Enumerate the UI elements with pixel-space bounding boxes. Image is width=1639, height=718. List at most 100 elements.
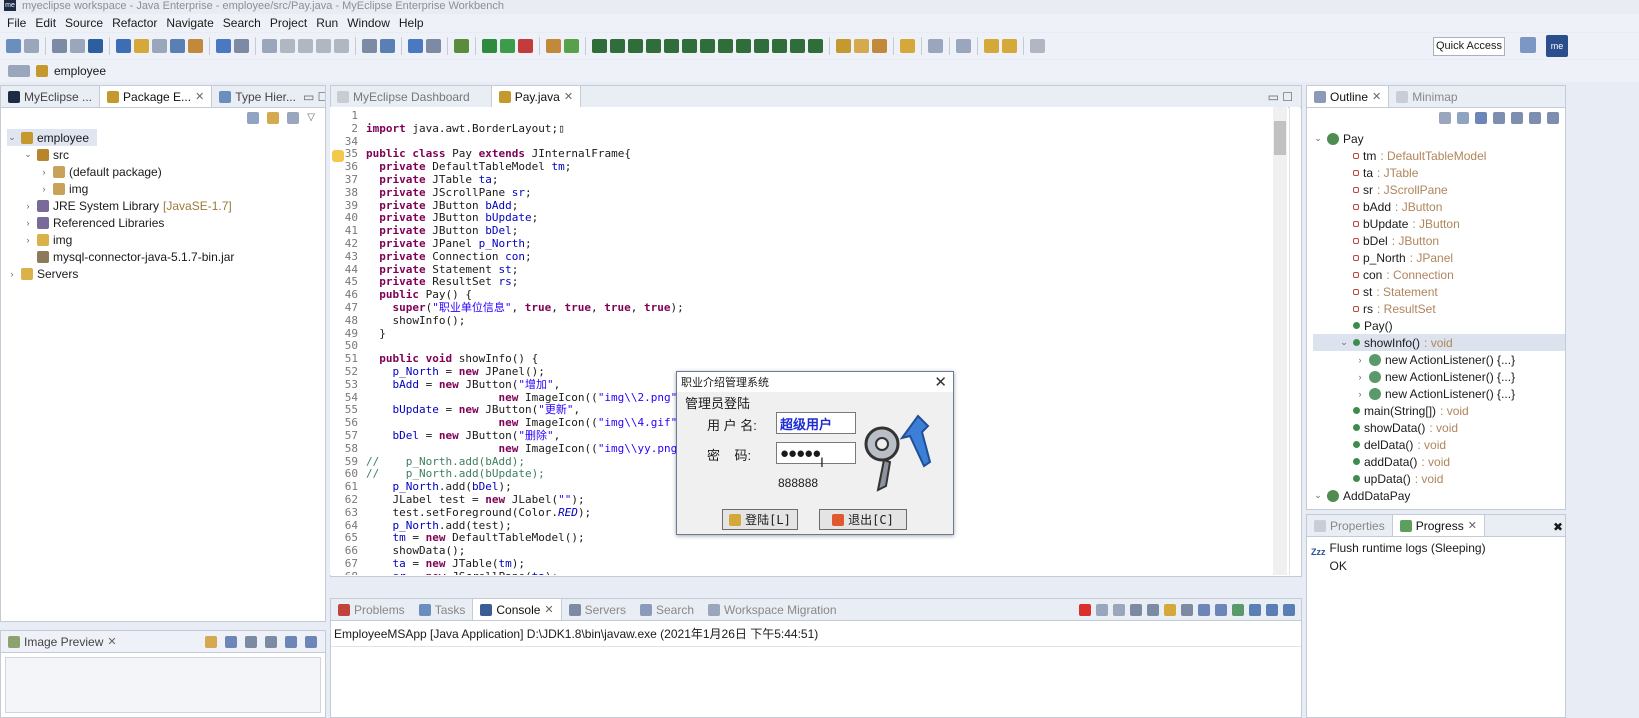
menu-source[interactable]: Source	[62, 16, 109, 30]
outline-item[interactable]: bUpdate : JButton	[1313, 215, 1565, 232]
expand-toggle-icon[interactable]: ⌄	[23, 149, 33, 160]
close-icon[interactable]: ✕	[564, 90, 573, 103]
toolbar-tool-icon[interactable]	[790, 39, 805, 53]
view-menu-icon[interactable]: ▽	[307, 112, 315, 128]
tab-myeclipse-explorer[interactable]: MyEclipse ...	[1, 86, 99, 107]
console-tool-icon[interactable]	[1113, 603, 1125, 616]
toolbar-tool-icon[interactable]	[1002, 39, 1017, 53]
outline-item[interactable]: ta : JTable	[1313, 164, 1565, 181]
tab-outline[interactable]: Outline ✕	[1307, 86, 1390, 107]
zoom-out-icon[interactable]	[245, 635, 257, 648]
menu-run[interactable]: Run	[313, 16, 344, 30]
toolbar-tool-icon[interactable]	[116, 39, 131, 53]
toolbar-tool-icon[interactable]	[664, 39, 679, 53]
tab-pay-java[interactable]: Pay.java ✕	[490, 86, 582, 107]
exit-button[interactable]: 退出[C]	[819, 509, 907, 530]
tree-item[interactable]: ⌄ employee	[7, 129, 97, 146]
tree-item[interactable]: › Referenced Libraries	[7, 214, 325, 231]
toolbar-tool-icon[interactable]	[1030, 39, 1045, 53]
tab-problems[interactable]: Problems	[331, 599, 412, 620]
expand-toggle-icon[interactable]: ⌄	[7, 132, 17, 143]
outline-item[interactable]: tm : DefaultTableModel	[1313, 147, 1565, 164]
toolbar-tool-icon[interactable]	[298, 39, 313, 53]
toolbar-tool-icon[interactable]	[316, 39, 331, 53]
toolbar-tool-icon[interactable]	[610, 39, 625, 53]
console-tool-icon[interactable]	[1130, 603, 1142, 616]
expand-toggle-icon[interactable]: ›	[23, 218, 33, 228]
toolbar-tool-icon[interactable]	[334, 39, 349, 53]
editor-scrollbar[interactable]	[1273, 107, 1287, 575]
console-tool-icon[interactable]	[1249, 603, 1261, 616]
sort-icon[interactable]	[1475, 112, 1487, 124]
outline-item[interactable]: delData() : void	[1313, 436, 1565, 453]
close-icon[interactable]: ✕	[195, 90, 204, 103]
tab-servers[interactable]: Servers	[562, 599, 633, 620]
tab-package-explorer[interactable]: Package E... ✕	[99, 86, 213, 107]
toolbar-tool-icon[interactable]	[262, 39, 277, 53]
hide-fields-icon[interactable]	[1493, 112, 1505, 124]
toolbar-tool-icon[interactable]	[564, 39, 579, 53]
toolbar-tool-icon[interactable]	[70, 39, 85, 53]
toolbar-tool-icon[interactable]	[234, 39, 249, 53]
outline-item[interactable]: ⌄ showInfo() : void	[1313, 334, 1565, 351]
toolbar-tool-icon[interactable]	[700, 39, 715, 53]
console-tool-icon[interactable]	[1266, 603, 1278, 616]
fit-window-icon[interactable]	[305, 635, 317, 648]
expand-toggle-icon[interactable]: ⌄	[1313, 490, 1323, 501]
toolbar-tool-icon[interactable]	[216, 39, 231, 53]
tab-properties[interactable]: Properties	[1307, 515, 1392, 536]
tree-item[interactable]: › (default package)	[7, 163, 325, 180]
username-field[interactable]: 超级用户	[776, 412, 856, 434]
outline-item[interactable]: › new ActionListener() {...}	[1313, 385, 1565, 402]
console-tool-icon[interactable]	[1079, 603, 1091, 616]
actual-size-icon[interactable]	[285, 635, 297, 648]
outline-item[interactable]: main(String[]) : void	[1313, 402, 1565, 419]
minimize-maximize-icon[interactable]: ▭ ☐	[303, 90, 325, 104]
outline-item[interactable]: upData() : void	[1313, 470, 1565, 487]
fit-icon[interactable]	[225, 635, 237, 648]
login-button[interactable]: 登陆[L]	[722, 509, 798, 530]
expand-toggle-icon[interactable]: ›	[1355, 389, 1365, 399]
expand-toggle-icon[interactable]: ⌄	[1313, 133, 1323, 144]
sync-icon[interactable]	[1439, 112, 1451, 124]
tab-myeclipse-dashboard[interactable]: MyEclipse Dashboard	[331, 86, 477, 107]
hide-static-icon[interactable]	[1511, 112, 1523, 124]
outline-item[interactable]: sr : JScrollPane	[1313, 181, 1565, 198]
toolbar-tool-icon[interactable]	[900, 39, 915, 53]
tree-item[interactable]: › img	[7, 180, 325, 197]
outline-item[interactable]: bDel : JButton	[1313, 232, 1565, 249]
expand-toggle-icon[interactable]: ›	[39, 184, 49, 194]
menu-search[interactable]: Search	[220, 16, 267, 30]
expand-toggle-icon[interactable]: ›	[23, 201, 33, 211]
toolbar-tool-icon[interactable]	[956, 39, 971, 53]
console-tool-icon[interactable]	[1147, 603, 1159, 616]
toolbar-tool-icon[interactable]	[736, 39, 751, 53]
toolbar-tool-icon[interactable]	[628, 39, 643, 53]
link-icon[interactable]	[205, 635, 217, 648]
toolbar-tool-icon[interactable]	[646, 39, 661, 53]
toolbar-tool-icon[interactable]	[500, 39, 515, 53]
close-icon[interactable]: ✕	[1372, 90, 1381, 103]
tab-workspace-migration[interactable]: Workspace Migration	[701, 599, 844, 620]
toolbar-tool-icon[interactable]	[52, 39, 67, 53]
remove-all-icon[interactable]: ✖	[1553, 520, 1565, 534]
toolbar-tool-icon[interactable]	[24, 39, 39, 53]
toolbar-tool-icon[interactable]	[408, 39, 423, 53]
collapse-all-icon[interactable]	[1457, 112, 1469, 124]
menu-help[interactable]: Help	[396, 16, 430, 30]
expand-toggle-icon[interactable]: ›	[1355, 372, 1365, 382]
tab-progress[interactable]: Progress ✕	[1391, 515, 1485, 536]
console-tool-icon[interactable]	[1096, 603, 1108, 616]
tab-image-preview[interactable]: Image Preview ✕	[1, 631, 124, 652]
expand-toggle-icon[interactable]: ⌄	[1339, 337, 1349, 348]
toolbar-tool-icon[interactable]	[808, 39, 823, 53]
toolbar-tool-icon[interactable]	[134, 39, 149, 53]
focus-icon[interactable]	[287, 112, 300, 124]
expand-toggle-icon[interactable]: ›	[39, 167, 49, 177]
outline-item[interactable]: ⌄ Pay	[1313, 130, 1565, 147]
outline-item[interactable]: ⌄ AddDataPay	[1313, 487, 1565, 504]
toolbar-tool-icon[interactable]	[682, 39, 697, 53]
outline-item[interactable]: Pay()	[1313, 317, 1565, 334]
outline-item[interactable]: addData() : void	[1313, 453, 1565, 470]
breadcrumb-project[interactable]: employee	[54, 64, 106, 78]
